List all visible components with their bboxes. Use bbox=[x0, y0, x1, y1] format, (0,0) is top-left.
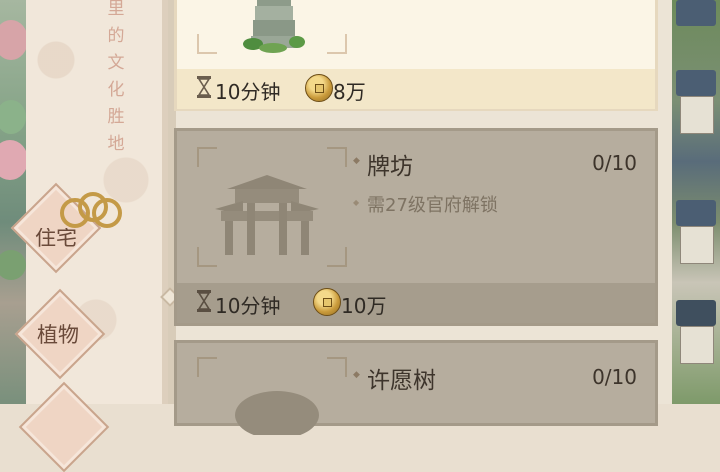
build-count: 0/10 bbox=[592, 151, 637, 175]
tab-next-diamond[interactable] bbox=[18, 381, 110, 472]
build-count: 0/10 bbox=[592, 365, 637, 389]
card-footer: 10分钟 10万 bbox=[177, 283, 655, 323]
building-image-frame bbox=[197, 357, 347, 437]
hourglass-icon bbox=[197, 76, 211, 98]
wishing-tree-silhouette-icon bbox=[235, 391, 319, 435]
category-panel: 里 的 文 化 胜 地 住宅 植物 bbox=[10, 0, 168, 472]
building-card-archway[interactable]: 牌坊 0/10 需27级官府解锁 10分钟 10万 bbox=[174, 128, 658, 326]
knot-ornament-icon bbox=[56, 192, 122, 232]
build-time: 10分钟 bbox=[215, 80, 281, 104]
building-image-frame bbox=[197, 0, 347, 54]
building-image-frame bbox=[197, 147, 347, 267]
archway-silhouette-icon bbox=[215, 175, 319, 255]
building-card-wishing-tree[interactable]: 许愿树 0/10 bbox=[174, 340, 658, 435]
building-name: 许愿树 bbox=[353, 361, 436, 395]
city-scene-right bbox=[672, 0, 720, 404]
building-card-pagoda[interactable]: 10分钟 8万 bbox=[174, 0, 658, 111]
copper-coin-icon bbox=[313, 288, 341, 316]
hourglass-icon bbox=[197, 290, 211, 312]
build-cost: 10万 bbox=[341, 294, 387, 318]
building-list[interactable]: 10分钟 8万 牌坊 0/10 需27级官府解锁 bbox=[160, 0, 672, 435]
pagoda-icon bbox=[243, 0, 305, 53]
card-footer: 10分钟 8万 bbox=[177, 69, 655, 109]
tab-plants-label[interactable]: 植物 bbox=[18, 319, 98, 349]
unlock-requirement: 需27级官府解锁 bbox=[353, 191, 498, 217]
vertical-slogan: 里 的 文 化 胜 地 bbox=[107, 0, 125, 154]
build-time: 10分钟 bbox=[215, 294, 281, 318]
building-name: 牌坊 bbox=[353, 147, 413, 181]
copper-coin-icon bbox=[305, 74, 333, 102]
build-cost: 8万 bbox=[333, 80, 366, 104]
